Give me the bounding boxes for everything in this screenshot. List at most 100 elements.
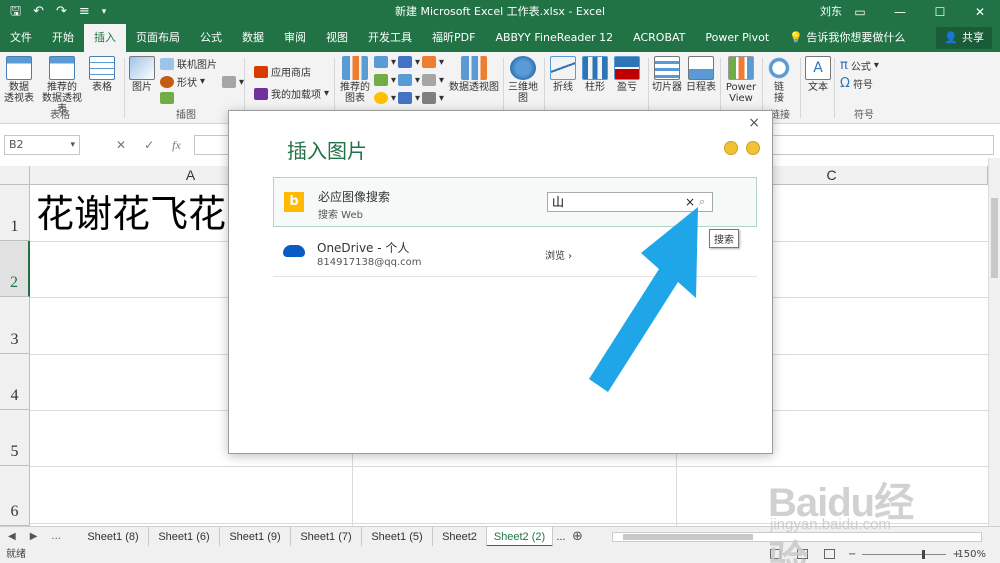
close-icon[interactable]: ✕ — [960, 0, 1000, 24]
link-button[interactable]: 链 接 — [766, 56, 792, 104]
hierarchy-chart-dropdown[interactable]: ▾ — [398, 56, 420, 68]
tab-page-layout[interactable]: 页面布局 — [126, 24, 190, 52]
my-addins-button[interactable]: 我的加载项 ▾ — [254, 86, 329, 101]
recommended-charts-button[interactable]: 推荐的 图表 — [338, 56, 372, 104]
symbol-button[interactable]: Ω 符号 — [840, 76, 873, 91]
ribbon-separator — [503, 58, 504, 118]
select-all-corner[interactable] — [0, 166, 30, 185]
radar-chart-dropdown[interactable]: ▾ — [422, 92, 444, 104]
redo-icon[interactable]: ↷ — [56, 0, 67, 24]
tab-foxit-pdf[interactable]: 福昕PDF — [422, 24, 485, 52]
smile-feedback-icon[interactable] — [724, 141, 738, 155]
line-chart-dropdown[interactable]: ▾ — [374, 74, 396, 86]
row-header-3[interactable]: 3 — [0, 297, 30, 354]
sheet-tab[interactable]: Sheet1 (7) — [291, 527, 362, 547]
vertical-scrollbar[interactable] — [988, 158, 1000, 526]
ribbon-display-icon[interactable]: ▭ — [840, 0, 880, 24]
sparkline-line-button[interactable]: 折线 — [548, 56, 578, 93]
row-header-4[interactable]: 4 — [0, 354, 30, 410]
pivot-table-button[interactable]: 数据 透视表 — [4, 56, 34, 104]
ribbon-separator — [720, 58, 721, 118]
pivot-chart-button[interactable]: 数据透视图 — [448, 56, 500, 93]
tell-me-label: 告诉我你想要做什么 — [806, 31, 906, 44]
frown-feedback-icon[interactable] — [746, 141, 760, 155]
sparkline-column-icon — [582, 56, 608, 80]
add-sheet-icon[interactable]: ⊕ — [572, 527, 583, 547]
smartart-button[interactable] — [160, 92, 174, 104]
power-view-label: Power View — [725, 82, 757, 104]
zoom-level[interactable]: 150% — [957, 546, 986, 563]
sheet-tab[interactable]: Sheet1 (8) — [78, 527, 149, 547]
table-button[interactable]: 表格 — [88, 56, 116, 93]
dialog-close-icon[interactable]: × — [748, 115, 760, 131]
ribbon-separator — [124, 58, 125, 118]
tab-power-pivot[interactable]: Power Pivot — [695, 24, 779, 52]
statistic-chart-dropdown[interactable]: ▾ — [398, 74, 420, 86]
waterfall-chart-dropdown[interactable]: ▾ — [422, 56, 444, 68]
customize-icon[interactable]: ≡ — [79, 0, 90, 24]
tab-developer[interactable]: 开发工具 — [358, 24, 422, 52]
combo-chart-dropdown[interactable]: ▾ — [422, 74, 444, 86]
tab-data[interactable]: 数据 — [232, 24, 274, 52]
row-header-6[interactable]: 6 — [0, 466, 30, 526]
sheet-more-left[interactable]: ... — [51, 527, 61, 547]
tab-acrobat[interactable]: ACROBAT — [623, 24, 695, 52]
tab-review[interactable]: 审阅 — [274, 24, 316, 52]
3d-map-button[interactable]: 三维地 图 — [506, 56, 540, 104]
cancel-icon[interactable]: ✕ — [116, 138, 126, 152]
sheet-tab[interactable]: Sheet1 (5) — [362, 527, 433, 547]
picture-button[interactable]: 图片 — [129, 56, 155, 93]
tab-view[interactable]: 视图 — [316, 24, 358, 52]
vertical-scroll-thumb[interactable] — [991, 198, 998, 278]
store-button[interactable]: 应用商店 — [254, 64, 311, 79]
sparkline-winloss-button[interactable]: 盈亏 — [612, 56, 642, 93]
tab-abbyy[interactable]: ABBYY FineReader 12 — [485, 24, 623, 52]
onedrive-browse-link[interactable]: 浏览 › — [545, 247, 572, 262]
insert-function-icon[interactable]: fx — [172, 138, 181, 153]
scatter-chart-dropdown[interactable]: ▾ — [398, 92, 420, 104]
group-illustrations-label: 插图 — [176, 110, 196, 121]
user-name[interactable]: 刘东 — [820, 0, 842, 24]
share-button[interactable]: 👤 共享 — [936, 27, 992, 49]
tell-me-search[interactable]: 💡 告诉我你想要做什么 — [779, 24, 915, 52]
timeline-button[interactable]: 日程表 — [686, 56, 716, 93]
sheet-prev-icon[interactable]: ◀ — [8, 527, 16, 547]
sheet-tab[interactable]: Sheet1 (9) — [220, 527, 291, 547]
column-chart-dropdown[interactable]: ▾ — [374, 56, 396, 68]
text-button[interactable]: A 文本 — [804, 56, 832, 93]
group-symbols-label: 符号 — [854, 110, 874, 121]
name-box[interactable]: B2 ▾ — [4, 135, 80, 155]
power-view-button[interactable]: Power View — [724, 56, 758, 104]
3d-map-label: 三维地 图 — [508, 82, 538, 104]
cell-a1[interactable]: 花谢花飞花 — [36, 188, 226, 240]
undo-icon[interactable]: ↶ — [33, 0, 44, 24]
tab-file[interactable]: 文件 — [0, 24, 42, 52]
maximize-icon[interactable]: ☐ — [920, 0, 960, 24]
row-header-1[interactable]: 1 — [0, 185, 30, 241]
chevron-down-icon[interactable]: ▾ — [70, 136, 75, 154]
sheet-next-icon[interactable]: ▶ — [30, 527, 38, 547]
qat-dropdown-icon[interactable]: ▾ — [102, 0, 107, 24]
tab-formulas[interactable]: 公式 — [190, 24, 232, 52]
save-icon[interactable]: 🖫 — [10, 0, 21, 24]
sheet-tab-active[interactable]: Sheet2 (2) — [487, 527, 553, 547]
slicer-button[interactable]: 切片器 — [652, 56, 682, 93]
minimize-icon[interactable]: — — [880, 0, 920, 24]
row-header-2[interactable]: 2 — [0, 241, 30, 297]
recommended-charts-label: 推荐的 图表 — [340, 82, 370, 104]
online-picture-button[interactable]: 联机图片 — [160, 56, 217, 71]
pie-chart-dropdown[interactable]: ▾ — [374, 92, 396, 104]
screenshot-button[interactable]: ▾ — [222, 76, 244, 88]
horizontal-scroll-thumb[interactable] — [623, 534, 753, 540]
shapes-button[interactable]: 形状 ▾ — [160, 74, 205, 89]
equation-button[interactable]: π 公式 ▾ — [840, 58, 879, 73]
sheet-tab[interactable]: Sheet1 (6) — [149, 527, 220, 547]
sheet-tab[interactable]: Sheet2 — [433, 527, 487, 547]
row-header-5[interactable]: 5 — [0, 410, 30, 466]
tab-insert[interactable]: 插入 — [84, 24, 126, 52]
sheet-more-right[interactable]: ... — [553, 527, 569, 547]
sparkline-column-button[interactable]: 柱形 — [580, 56, 610, 93]
screenshot-icon — [222, 76, 236, 88]
tab-home[interactable]: 开始 — [42, 24, 84, 52]
enter-icon[interactable]: ✓ — [144, 138, 154, 152]
